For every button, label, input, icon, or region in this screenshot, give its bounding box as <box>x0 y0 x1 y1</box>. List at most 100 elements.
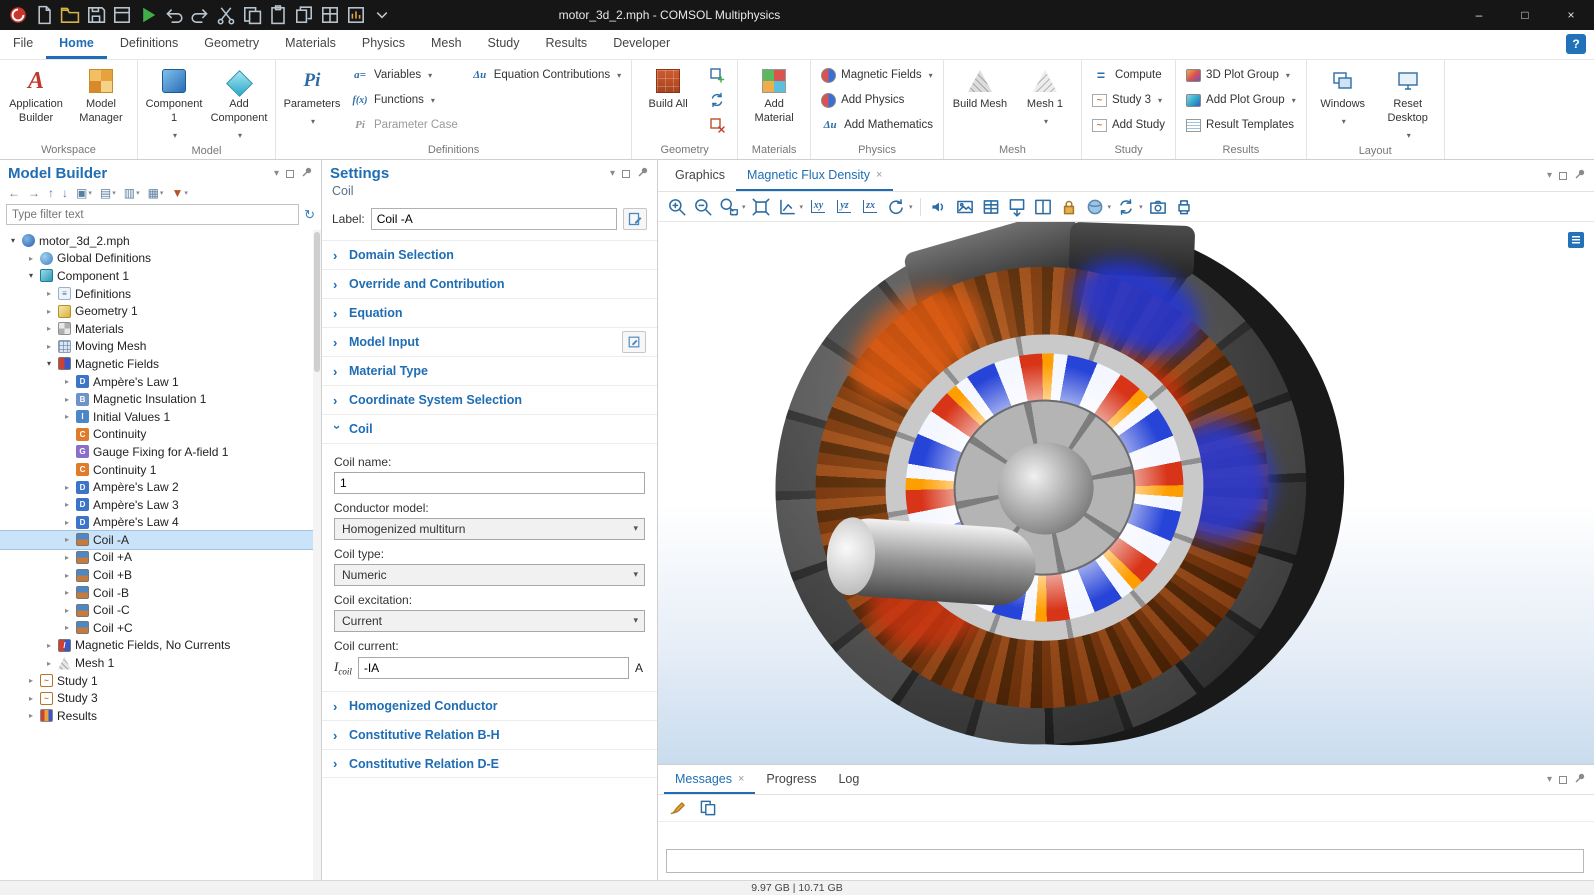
view-zx-icon[interactable]: zx <box>859 196 881 218</box>
study-3-button[interactable]: Study 3 <box>1087 88 1170 112</box>
float-panel-icon[interactable] <box>1559 172 1567 180</box>
view-yz-icon[interactable]: yz <box>833 196 855 218</box>
expand-caret-icon[interactable] <box>62 500 72 509</box>
forward-icon[interactable]: → <box>28 186 40 200</box>
clear-messages-icon[interactable] <box>667 797 689 819</box>
section-coil[interactable]: Coil <box>322 414 657 443</box>
copy-icon[interactable] <box>240 3 264 27</box>
collapse-panel-icon[interactable]: ▾ <box>610 168 615 179</box>
section-homogenized-conductor[interactable]: Homogenized Conductor <box>322 691 657 720</box>
pin-panel-icon[interactable] <box>1574 168 1586 183</box>
zoom-selected-icon[interactable] <box>718 196 740 218</box>
expand-view-icon[interactable]: ▥▾ <box>124 186 140 200</box>
run-icon[interactable] <box>136 3 160 27</box>
section-constitutive-relation-bh[interactable]: Constitutive Relation B-H <box>322 720 657 749</box>
tree-item[interactable]: Continuity 1 <box>0 461 321 479</box>
redo-icon[interactable] <box>188 3 212 27</box>
rename-button[interactable] <box>623 208 647 230</box>
split-window-icon[interactable] <box>1032 196 1054 218</box>
add-mathematics-button[interactable]: Add Mathematics <box>816 113 938 137</box>
section-coordinate-system-selection[interactable]: Coordinate System Selection <box>322 385 657 414</box>
undo-icon[interactable] <box>162 3 186 27</box>
customize-toolbar-icon[interactable] <box>370 3 394 27</box>
appearance-icon[interactable] <box>1084 196 1106 218</box>
add-plot-group-button[interactable]: Add Plot Group <box>1181 88 1301 112</box>
menu-tab-home[interactable]: Home <box>46 30 107 59</box>
collapse-panel-icon[interactable]: ▾ <box>1547 170 1552 181</box>
tree-item[interactable]: Ampère's Law 2 <box>0 478 321 496</box>
expand-caret-icon[interactable] <box>44 342 54 351</box>
pin-panel-icon[interactable] <box>301 166 313 181</box>
report-icon[interactable] <box>344 3 368 27</box>
tree-item[interactable]: Coil +A <box>0 549 321 567</box>
float-panel-icon[interactable] <box>286 170 294 178</box>
tree-item[interactable]: Study 1 <box>0 672 321 690</box>
maximize-button[interactable]: □ <box>1502 0 1548 30</box>
add-material-button[interactable]: Add Material <box>743 63 805 128</box>
tree-item-selected[interactable]: Coil -A <box>0 531 321 549</box>
model-manager-button[interactable]: Model Manager <box>70 63 132 128</box>
close-tab-icon[interactable]: × <box>738 773 744 785</box>
node-text-icon[interactable]: ▦▾ <box>148 186 164 200</box>
functions-button[interactable]: Functions <box>346 88 463 112</box>
conductor-model-select[interactable]: Homogenized multiturn <box>334 518 645 540</box>
mesh-1-button[interactable]: Mesh 1 <box>1014 63 1076 131</box>
add-component-button[interactable]: Add Component <box>208 63 270 144</box>
expand-caret-icon[interactable] <box>44 641 54 650</box>
collapse-panel-icon[interactable]: ▾ <box>274 168 279 179</box>
sound-icon[interactable] <box>928 196 950 218</box>
insert-table-icon[interactable] <box>318 3 342 27</box>
table-icon[interactable] <box>980 196 1002 218</box>
section-override-and-contribution[interactable]: Override and Contribution <box>322 269 657 298</box>
build-all-button[interactable]: Build All <box>637 63 699 114</box>
expand-caret-icon[interactable] <box>44 324 54 333</box>
zoom-in-icon[interactable] <box>666 196 688 218</box>
section-domain-selection[interactable]: Domain Selection <box>322 240 657 269</box>
plot-properties-icon[interactable] <box>1568 232 1584 248</box>
coil-type-select[interactable]: Numeric <box>334 564 645 586</box>
tree-item[interactable]: motor_3d_2.mph <box>0 232 321 250</box>
magnetic-fields-button[interactable]: Magnetic Fields <box>816 63 938 87</box>
menu-tab-geometry[interactable]: Geometry <box>191 30 272 59</box>
tree-item[interactable]: Magnetic Fields <box>0 355 321 373</box>
coil-excitation-select[interactable]: Current <box>334 610 645 632</box>
reset-desktop-button[interactable]: Reset Desktop <box>1377 63 1439 144</box>
tab-progress[interactable]: Progress <box>755 765 827 794</box>
coil-current-input[interactable] <box>358 657 629 679</box>
expand-caret-icon[interactable] <box>44 659 54 668</box>
copy-image-icon[interactable] <box>954 196 976 218</box>
minimize-button[interactable]: – <box>1456 0 1502 30</box>
parameters-button[interactable]: Parameters <box>281 63 343 131</box>
tree-item[interactable]: Moving Mesh <box>0 338 321 356</box>
delete-geometry-button[interactable] <box>702 113 732 137</box>
pin-panel-icon[interactable] <box>1574 772 1586 787</box>
new-file-icon[interactable] <box>32 3 56 27</box>
menu-tab-study[interactable]: Study <box>475 30 533 59</box>
expand-caret-icon[interactable] <box>26 254 36 263</box>
tab-magnetic-flux-density[interactable]: Magnetic Flux Density× <box>736 160 893 191</box>
cut-icon[interactable] <box>214 3 238 27</box>
variables-button[interactable]: Variables <box>346 63 463 87</box>
tree-item[interactable]: Materials <box>0 320 321 338</box>
pin-panel-icon[interactable] <box>637 166 649 181</box>
float-panel-icon[interactable] <box>1559 776 1567 784</box>
section-equation[interactable]: Equation <box>322 298 657 327</box>
zoom-extents-icon[interactable] <box>750 196 772 218</box>
tab-messages[interactable]: Messages× <box>664 765 755 794</box>
zoom-out-icon[interactable] <box>692 196 714 218</box>
add-study-button[interactable]: Add Study <box>1087 113 1170 137</box>
tree-item[interactable]: Coil +B <box>0 566 321 584</box>
snapshot-icon[interactable] <box>1147 196 1169 218</box>
tree-item[interactable]: Coil +C <box>0 619 321 637</box>
menu-tab-developer[interactable]: Developer <box>600 30 683 59</box>
collapse-view-icon[interactable]: ▤▾ <box>100 186 116 200</box>
save-icon[interactable] <box>84 3 108 27</box>
tree-item[interactable]: Ampère's Law 1 <box>0 373 321 391</box>
insert-sequence-button[interactable] <box>702 63 732 87</box>
expand-caret-icon[interactable] <box>62 412 72 421</box>
menu-tab-definitions[interactable]: Definitions <box>107 30 191 59</box>
application-builder-button[interactable]: Application Builder <box>5 63 67 128</box>
expand-caret-icon[interactable] <box>62 377 72 386</box>
expand-caret-icon[interactable] <box>44 359 54 368</box>
tree-item[interactable]: Magnetic Insulation 1 <box>0 390 321 408</box>
